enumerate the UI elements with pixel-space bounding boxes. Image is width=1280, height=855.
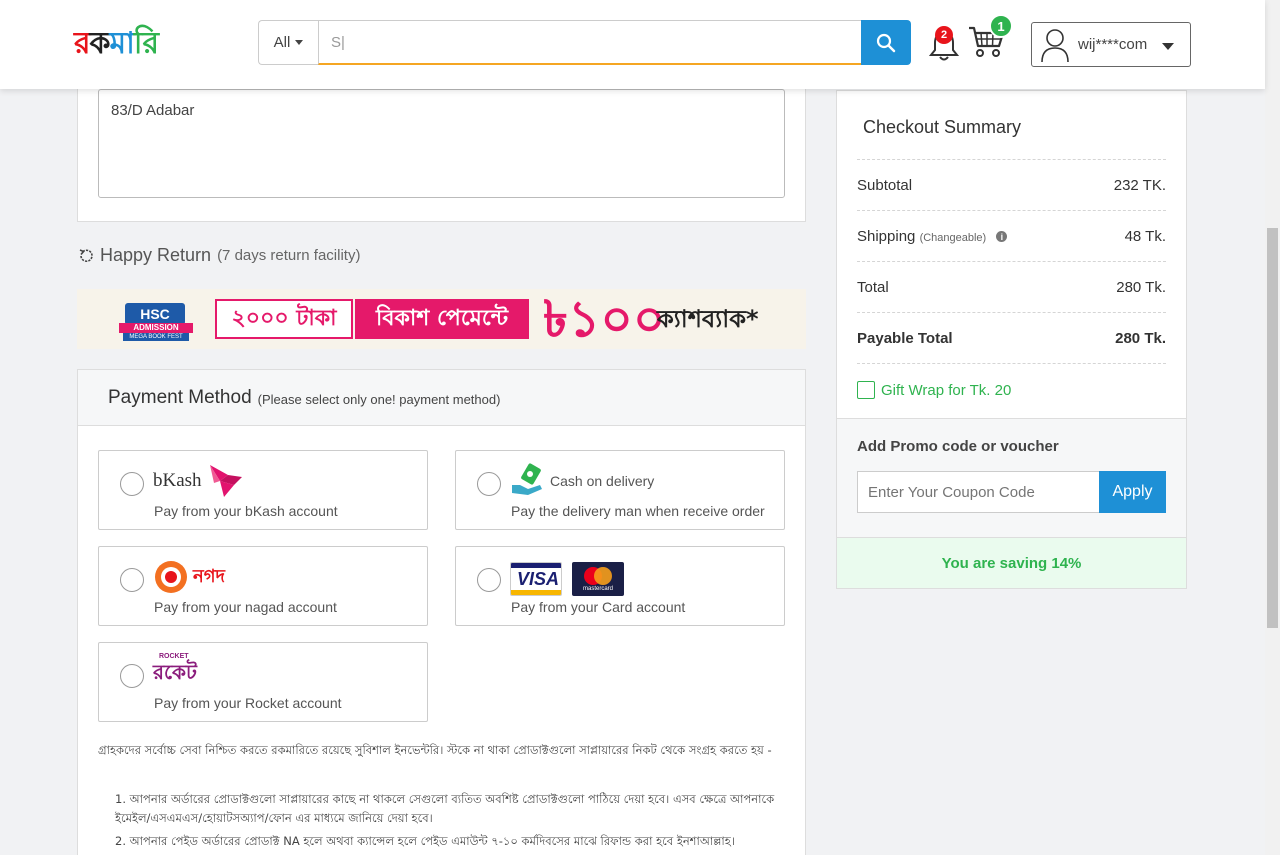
visa-text: VISA xyxy=(517,569,560,589)
payment-method-header: Payment Method (Please select only one! … xyxy=(78,370,805,426)
nagad-logo-text: নগদ xyxy=(193,565,225,587)
cash-hand-icon xyxy=(512,463,542,495)
nagad-description: Pay from your nagad account xyxy=(154,599,337,615)
summary-value: 280 Tk. xyxy=(1115,329,1166,347)
radio-card[interactable] xyxy=(477,568,501,592)
payment-option-card[interactable]: VISA mastercard Pay from your Card accou… xyxy=(455,546,785,626)
bkash-logo: bKash xyxy=(153,461,246,501)
checkout-summary-title: Checkout Summary xyxy=(863,117,1022,137)
nagad-logo: নগদ xyxy=(153,557,225,597)
promo-section: Add Promo code or voucher Apply xyxy=(837,418,1186,537)
cod-logo: Cash on delivery xyxy=(510,461,654,501)
badge-line2: ADMISSION xyxy=(119,323,193,333)
search-category-select[interactable]: All xyxy=(258,20,318,65)
user-menu[interactable]: wij****com xyxy=(1031,22,1191,67)
inventory-info-list: 1. আপনার অর্ডারের প্রোডাক্টগুলো সাপ্লায়… xyxy=(115,790,795,855)
search-icon xyxy=(876,33,896,52)
summary-row-payable-total: Payable Total 280 Tk. xyxy=(857,312,1166,364)
site-header: রকমারি All 2 1 wij** xyxy=(0,0,1265,89)
address-textarea[interactable]: 83/D Adabar xyxy=(98,89,785,198)
badge-line3: MEGA BOOK FEST xyxy=(123,333,189,341)
search-input[interactable] xyxy=(318,20,862,65)
happy-return-label: Happy Return xyxy=(100,245,212,265)
payment-method-title: Payment Method xyxy=(108,386,252,408)
rocket-logo-text: রকেট xyxy=(153,660,197,684)
radio-rocket[interactable] xyxy=(120,664,144,688)
card-description: Pay from your Card account xyxy=(511,599,686,615)
rocket-description: Pay from your Rocket account xyxy=(154,695,342,711)
summary-row-subtotal: Subtotal 232 TK. xyxy=(857,159,1166,210)
cart-count-badge: 1 xyxy=(989,14,1013,38)
notification-count-badge: 2 xyxy=(935,26,953,44)
search-button[interactable] xyxy=(861,20,911,65)
rocket-logo: ROCKET রকেট xyxy=(153,653,197,693)
visa-logo: VISA xyxy=(510,562,562,596)
radio-bkash[interactable] xyxy=(120,472,144,496)
return-icon xyxy=(79,248,93,262)
summary-row-total: Total 280 Tk. xyxy=(857,261,1166,312)
coupon-code-input[interactable] xyxy=(857,471,1100,513)
summary-value: 280 Tk. xyxy=(1116,278,1166,296)
inventory-info-text: গ্রাহকদের সর্বোচ্চ সেবা নিশ্চিত করতে রকম… xyxy=(98,743,772,757)
radio-cod[interactable] xyxy=(477,472,501,496)
summary-label: Shipping xyxy=(857,227,916,245)
banner-cashback-text: ক্যাশব্যাক* xyxy=(657,305,759,333)
summary-label: Payable Total xyxy=(857,329,953,347)
mastercard-logo: mastercard xyxy=(572,562,624,596)
search-bar: All xyxy=(258,20,911,65)
address-card: 83/D Adabar xyxy=(77,80,806,222)
happy-return: Happy Return (7 days return facility) xyxy=(78,245,360,266)
gift-wrap-option[interactable]: Gift Wrap for Tk. 20 xyxy=(857,381,1011,399)
payment-option-cod[interactable]: Cash on delivery Pay the delivery man wh… xyxy=(455,450,785,530)
badge-line1: HSC xyxy=(125,303,185,325)
summary-value: 232 TK. xyxy=(1113,176,1166,194)
shipping-changeable-note: (Changeable) xyxy=(919,231,987,244)
card-logos: VISA mastercard xyxy=(510,559,624,599)
payment-option-nagad[interactable]: নগদ Pay from your nagad account xyxy=(98,546,428,626)
cod-label: Cash on delivery xyxy=(550,473,655,489)
user-name: wij****com xyxy=(1078,36,1148,53)
logo-text: রকমারি xyxy=(74,26,159,61)
chevron-down-icon xyxy=(295,40,304,45)
apply-coupon-button[interactable]: Apply xyxy=(1099,471,1166,513)
payment-option-bkash[interactable]: bKash Pay from your bKash account xyxy=(98,450,428,530)
rocket-logo-small: ROCKET xyxy=(159,653,189,660)
banner-amount-box: ২০০০ টাকা xyxy=(215,299,353,339)
banner-method-box: বিকাশ পেমেন্টে xyxy=(355,299,529,339)
checkout-summary-card: Checkout Summary Subtotal 232 TK. Shippi… xyxy=(836,90,1187,589)
mastercard-text: mastercard xyxy=(582,586,613,592)
page-scrollbar-thumb[interactable] xyxy=(1267,228,1278,628)
info-item: 2. আপনার পেইড অর্ডারের প্রোডাক্ট NA হলে … xyxy=(115,834,735,848)
nagad-icon xyxy=(155,561,187,593)
radio-nagad[interactable] xyxy=(120,568,144,592)
info-item: 1. আপনার অর্ডারের প্রোডাক্টগুলো সাপ্লায়… xyxy=(115,792,775,825)
summary-label-wrap: Shipping (Changeable) i xyxy=(857,227,1008,245)
payment-option-rocket[interactable]: ROCKET রকেট Pay from your Rocket account xyxy=(98,642,428,722)
gift-wrap-label: Gift Wrap for Tk. 20 xyxy=(881,381,1012,399)
banner-cashback-amount: ৳১০০ xyxy=(543,290,666,348)
payment-method-note: (Please select only one! payment method) xyxy=(257,391,501,407)
bkash-logo-text: bKash xyxy=(153,470,202,491)
bkash-bird-icon xyxy=(209,465,242,497)
promo-title: Add Promo code or voucher xyxy=(857,438,1059,455)
user-avatar-icon xyxy=(1041,28,1069,62)
bkash-description: Pay from your bKash account xyxy=(154,503,338,519)
happy-return-note: (7 days return facility) xyxy=(217,247,361,264)
promo-banner[interactable]: HSC ADMISSION MEGA BOOK FEST ২০০০ টাকা ব… xyxy=(77,289,806,349)
search-category-label: All xyxy=(273,34,291,51)
chevron-down-icon xyxy=(1162,43,1174,50)
summary-label: Subtotal xyxy=(857,176,913,194)
cod-description: Pay the delivery man when receive order xyxy=(511,503,765,519)
summary-row-shipping: Shipping (Changeable) i 48 Tk. xyxy=(857,210,1166,261)
hsc-admission-badge: HSC ADMISSION MEGA BOOK FEST xyxy=(117,293,197,345)
info-icon[interactable]: i xyxy=(996,231,1008,243)
summary-label: Total xyxy=(857,278,889,296)
site-logo[interactable]: রকমারি xyxy=(74,22,184,66)
saving-banner: You are saving 14% xyxy=(837,537,1186,588)
summary-value: 48 Tk. xyxy=(1124,227,1166,245)
payment-method-card: Payment Method (Please select only one! … xyxy=(77,369,806,855)
gift-wrap-checkbox[interactable] xyxy=(857,381,875,399)
